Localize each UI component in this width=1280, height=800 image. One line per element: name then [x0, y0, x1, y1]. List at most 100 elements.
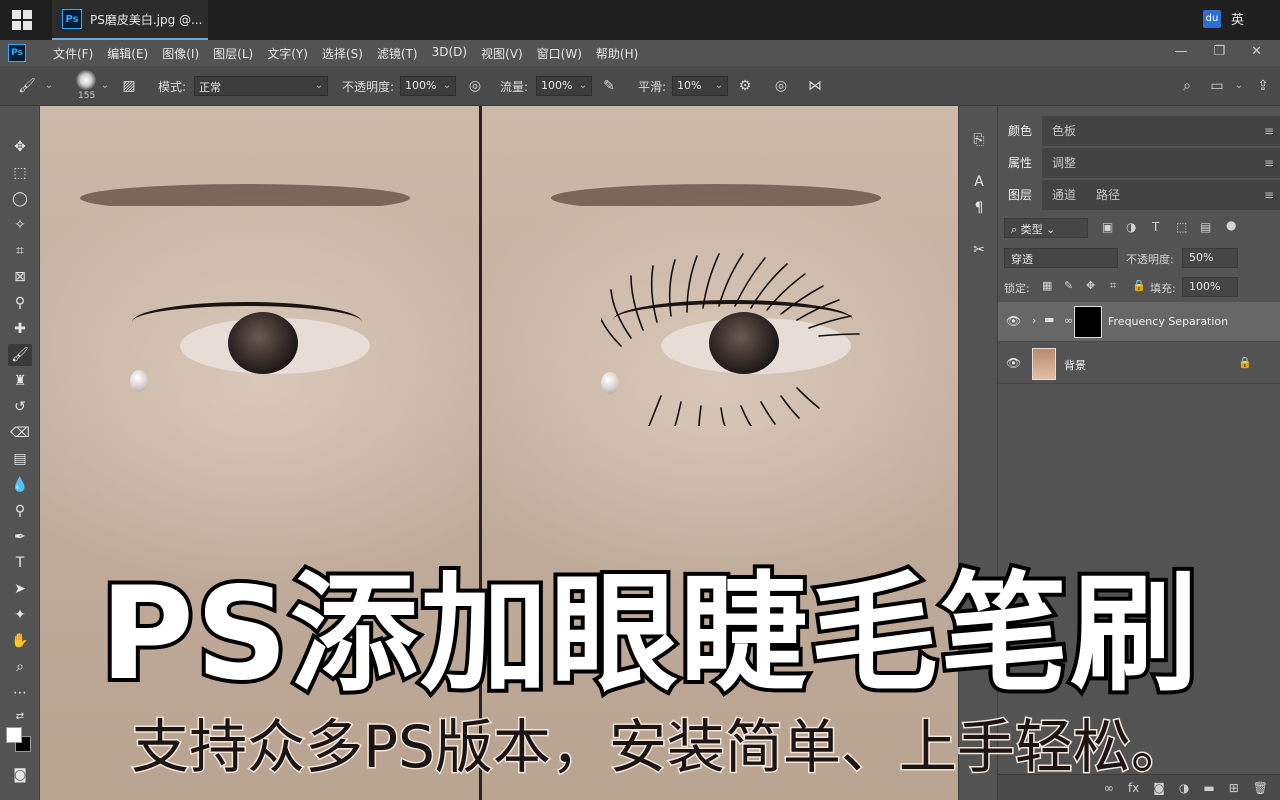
- tab-properties[interactable]: 属性: [998, 148, 1043, 178]
- blur-tool-icon[interactable]: 💧: [8, 474, 32, 496]
- menu-window[interactable]: 窗口(W): [530, 45, 589, 62]
- filter-adjustment-icon[interactable]: ◑: [1126, 220, 1136, 234]
- delete-layer-icon[interactable]: 🗑: [1253, 781, 1268, 795]
- lock-all-icon[interactable]: 🔒: [1132, 279, 1146, 292]
- eraser-tool-icon[interactable]: ⌫: [8, 422, 32, 444]
- foreground-color-swatch[interactable]: [6, 727, 22, 743]
- clone-stamp-tool-icon[interactable]: ♜: [8, 370, 32, 392]
- lock-transparent-icon[interactable]: ▦: [1042, 279, 1052, 292]
- lock-artboard-icon[interactable]: ⌗: [1110, 279, 1116, 293]
- layer-row-background[interactable]: 👁 背景 🔒: [998, 344, 1280, 384]
- move-tool-icon[interactable]: ✥: [8, 136, 32, 158]
- history-brush-tool-icon[interactable]: ↺: [8, 396, 32, 418]
- brush-tool-icon[interactable]: 🖌: [18, 77, 36, 95]
- layer-row-group[interactable]: 👁 › ▬ ∞ Frequency Separation: [998, 302, 1280, 342]
- share-icon[interactable]: ⇪: [1254, 77, 1272, 95]
- pressure-opacity-icon[interactable]: ◎: [466, 77, 484, 95]
- zoom-tool-icon[interactable]: ⌕: [8, 656, 32, 678]
- new-group-icon[interactable]: ▬: [1203, 781, 1214, 795]
- symmetry-butterfly-icon[interactable]: ⋈: [806, 77, 824, 95]
- panel-menu-icon[interactable]: ≡: [1264, 124, 1274, 138]
- expand-chevron-icon[interactable]: ›: [1032, 314, 1036, 327]
- ime-indicator[interactable]: du 英: [1202, 9, 1244, 28]
- new-adjustment-icon[interactable]: ◑: [1179, 781, 1189, 795]
- visibility-eye-icon[interactable]: 👁: [1006, 356, 1021, 370]
- layer-filter-kind[interactable]: ⌕ 类型 ⌄: [1004, 218, 1088, 238]
- menu-view[interactable]: 视图(V): [474, 45, 530, 62]
- quick-select-tool-icon[interactable]: ✧: [8, 214, 32, 236]
- brush-preset-dropdown[interactable]: ⌄: [98, 76, 112, 96]
- brush-settings-panel-icon[interactable]: ✂: [969, 240, 989, 260]
- lasso-tool-icon[interactable]: ◯: [8, 188, 32, 210]
- menu-filter[interactable]: 滤镜(T): [370, 45, 425, 62]
- fill-input[interactable]: 100%: [1182, 277, 1238, 297]
- hand-tool-icon[interactable]: ✋: [8, 630, 32, 652]
- type-tool-icon[interactable]: T: [8, 552, 32, 574]
- history-panel-icon[interactable]: ⎘: [969, 130, 989, 150]
- more-tools-icon[interactable]: ⋯: [8, 682, 32, 704]
- marquee-tool-icon[interactable]: ⬚: [8, 162, 32, 184]
- filter-shape-icon[interactable]: ⬚: [1176, 220, 1187, 234]
- tab-color[interactable]: 颜色: [998, 116, 1043, 146]
- pen-tool-icon[interactable]: ✒: [8, 526, 32, 548]
- lock-pixels-icon[interactable]: ✎: [1064, 279, 1073, 292]
- brush-tip-preview[interactable]: [76, 70, 96, 90]
- brush-settings-icon[interactable]: ▨: [120, 77, 138, 95]
- menu-3d[interactable]: 3D(D): [425, 45, 474, 62]
- airbrush-icon[interactable]: ✎: [600, 77, 618, 95]
- restore-button[interactable]: ❐: [1213, 44, 1225, 59]
- link-chain-icon[interactable]: ∞: [1064, 314, 1073, 327]
- tab-layers[interactable]: 图层: [998, 180, 1043, 210]
- menu-image[interactable]: 图像(I): [155, 45, 206, 62]
- visibility-eye-icon[interactable]: 👁: [1006, 314, 1021, 328]
- smoothing-dropdown-icon[interactable]: ⌄: [712, 76, 726, 96]
- opacity-dropdown-icon[interactable]: ⌄: [440, 76, 454, 96]
- filter-toggle-icon[interactable]: ●: [1226, 218, 1236, 232]
- pressure-size-icon[interactable]: ◎: [772, 77, 790, 95]
- custom-shape-tool-icon[interactable]: ✦: [8, 604, 32, 626]
- lock-position-icon[interactable]: ✥: [1086, 279, 1095, 292]
- menu-file[interactable]: 文件(F): [46, 45, 100, 62]
- flow-dropdown-icon[interactable]: ⌄: [576, 76, 590, 96]
- filter-smart-object-icon[interactable]: ▤: [1200, 220, 1211, 234]
- menu-type[interactable]: 文字(Y): [260, 45, 315, 62]
- layer-style-fx-icon[interactable]: fx: [1128, 781, 1139, 795]
- character-panel-icon[interactable]: A: [969, 172, 989, 192]
- path-select-tool-icon[interactable]: ➤: [8, 578, 32, 600]
- windows-start-icon[interactable]: [12, 10, 32, 30]
- workspace-icon[interactable]: ▭: [1208, 77, 1226, 95]
- panel-menu-icon[interactable]: ≡: [1264, 156, 1274, 170]
- smoothing-settings-gear-icon[interactable]: ⚙: [736, 77, 754, 95]
- layer-opacity-input[interactable]: 50%: [1182, 248, 1238, 268]
- mode-dropdown-icon[interactable]: ⌄: [312, 76, 326, 96]
- paragraph-panel-icon[interactable]: ¶: [969, 198, 989, 218]
- menu-layer[interactable]: 图层(L): [206, 45, 260, 62]
- filter-type-icon[interactable]: T: [1152, 220, 1159, 234]
- tab-adjustments[interactable]: 调整: [1042, 148, 1086, 178]
- link-layers-icon[interactable]: ∞: [1104, 781, 1114, 795]
- menu-select[interactable]: 选择(S): [315, 45, 370, 62]
- search-icon[interactable]: ⌕: [1178, 77, 1196, 95]
- tool-preset-dropdown[interactable]: ⌄: [42, 76, 56, 96]
- mode-select[interactable]: 正常: [194, 76, 328, 96]
- quick-mask-icon[interactable]: ◙: [8, 764, 32, 786]
- close-button[interactable]: ✕: [1251, 44, 1262, 59]
- panel-menu-icon[interactable]: ≡: [1264, 188, 1274, 202]
- minimize-button[interactable]: —: [1174, 44, 1187, 59]
- healing-brush-tool-icon[interactable]: ✚: [8, 318, 32, 340]
- filter-pixel-icon[interactable]: ▣: [1102, 220, 1113, 234]
- new-layer-icon[interactable]: ⊞: [1229, 781, 1239, 795]
- menu-edit[interactable]: 编辑(E): [100, 45, 155, 62]
- swap-colors-icon[interactable]: ⇄: [8, 706, 32, 728]
- tab-channels[interactable]: 通道: [1042, 180, 1086, 210]
- eyedropper-tool-icon[interactable]: ⚲: [8, 292, 32, 314]
- dodge-tool-icon[interactable]: ⚲: [8, 500, 32, 522]
- menu-help[interactable]: 帮助(H): [589, 45, 645, 62]
- layer-mask-thumbnail[interactable]: [1074, 306, 1102, 338]
- tab-swatches[interactable]: 色板: [1042, 116, 1086, 146]
- workspace-dropdown-icon[interactable]: ⌄: [1232, 76, 1246, 96]
- document-tab[interactable]: Ps PS磨皮美白.jpg @...: [52, 0, 208, 40]
- frame-tool-icon[interactable]: ⊠: [8, 266, 32, 288]
- blend-mode-select[interactable]: 穿透: [1004, 248, 1118, 268]
- crop-tool-icon[interactable]: ⌗: [8, 240, 32, 262]
